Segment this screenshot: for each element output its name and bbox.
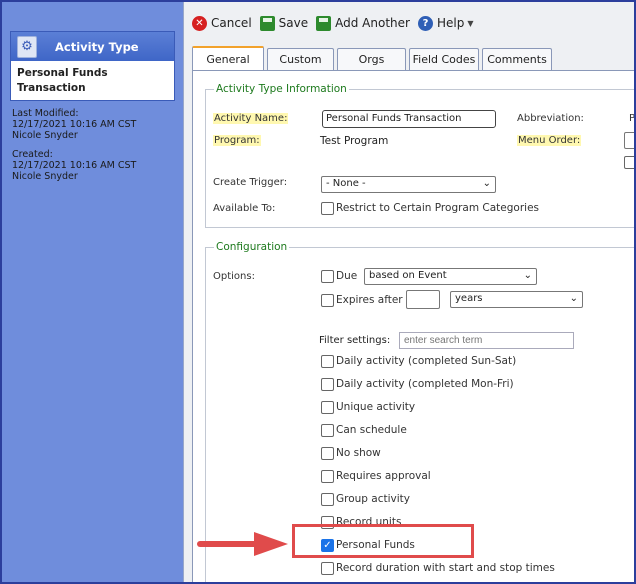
cancel-icon: ✕ (192, 15, 207, 31)
option-label: No show (336, 447, 381, 459)
callout-arrow-icon (197, 532, 288, 556)
save-add-icon (316, 15, 332, 31)
toolbar: ✕ Cancel Save Add Another ? Help ▼ (184, 11, 473, 35)
created-block: Created: 12/17/2021 10:16 AM CST Nicole … (12, 149, 136, 182)
menu-order-input[interactable] (624, 132, 636, 149)
activity-name-label: Activity Name: (213, 113, 289, 124)
tab-strip: General Custom Orgs Field Codes Comments (192, 46, 555, 70)
expires-amount-input[interactable] (406, 290, 440, 309)
cancel-button[interactable]: ✕ Cancel (192, 15, 252, 31)
menu-order-label: Menu Order: (517, 135, 582, 146)
chevron-down-icon: ▼ (467, 18, 474, 28)
last-modified-block: Last Modified: 12/17/2021 10:16 AM CST N… (12, 108, 136, 141)
expires-unit-select[interactable]: years ⌄ (450, 291, 583, 308)
tab-general[interactable]: General (192, 46, 264, 70)
abbreviation-label: Abbreviation: (517, 113, 584, 124)
activity-name-input[interactable]: Personal Funds Transaction (322, 110, 496, 128)
section-legend-info: Activity Type Information (216, 83, 347, 95)
expires-label: Expires after (336, 294, 403, 306)
expires-checkbox[interactable] (321, 294, 334, 307)
no-show-checkbox[interactable] (321, 447, 334, 460)
section-legend-configuration: Configuration (216, 241, 288, 253)
option-label: Requires approval (336, 470, 431, 482)
abbreviation-value-fragment: P (629, 113, 636, 124)
daily-mon-fri-checkbox[interactable] (321, 378, 334, 391)
save-icon (259, 15, 275, 31)
general-tab-panel: Activity Type Information Activity Name:… (192, 70, 636, 584)
group-activity-checkbox[interactable] (321, 493, 334, 506)
record-card-header: ⚙ Activity Type (11, 32, 174, 61)
help-label: Help (436, 16, 465, 30)
record-type-title: Activity Type (55, 39, 139, 54)
created-by: Nicole Snyder (12, 171, 78, 182)
requires-approval-checkbox[interactable] (321, 470, 334, 483)
can-schedule-checkbox[interactable] (321, 424, 334, 437)
record-name: Personal Funds Transaction (17, 67, 108, 94)
filter-settings-label: Filter settings: (319, 335, 391, 346)
record-duration-checkbox[interactable] (321, 562, 334, 575)
tab-comments[interactable]: Comments (482, 48, 552, 70)
chevron-down-icon: ⌄ (569, 293, 578, 304)
left-sidebar: ⚙ Activity Type Personal Funds Transacti… (2, 2, 183, 582)
restrict-categories-checkbox[interactable] (321, 202, 334, 215)
last-modified-label: Last Modified: (12, 108, 79, 119)
option-label: Record duration with start and stop time… (336, 562, 555, 574)
due-checkbox[interactable] (321, 270, 334, 283)
callout-highlight-box (292, 524, 474, 558)
available-to-label: Available To: (213, 203, 276, 214)
save-button[interactable]: Save (259, 15, 309, 31)
chevron-down-icon: ⌄ (482, 178, 491, 189)
due-label: Due (336, 270, 358, 282)
program-label: Program: (213, 135, 261, 146)
daily-sun-sat-checkbox[interactable] (321, 355, 334, 368)
program-value: Test Program (320, 135, 389, 147)
save-label: Save (278, 16, 309, 30)
unique-activity-checkbox[interactable] (321, 401, 334, 414)
create-trigger-select[interactable]: - None - ⌄ (321, 176, 496, 193)
created-label: Created: (12, 149, 53, 160)
option-label: Daily activity (completed Sun-Sat) (336, 355, 517, 367)
due-basis-select[interactable]: based on Event ⌄ (364, 268, 537, 285)
tab-custom[interactable]: Custom (267, 48, 334, 70)
last-modified-by: Nicole Snyder (12, 130, 78, 141)
last-modified-date: 12/17/2021 10:16 AM CST (12, 119, 137, 130)
option-label: Daily activity (completed Mon-Fri) (336, 378, 514, 390)
restrict-categories-label: Restrict to Certain Program Categories (336, 202, 540, 214)
create-trigger-value: - None - (326, 178, 366, 189)
option-label: Group activity (336, 493, 411, 505)
gear-document-icon: ⚙ (17, 35, 37, 58)
add-another-label: Add Another (335, 16, 410, 30)
expires-unit-value: years (455, 293, 483, 304)
help-menu-button[interactable]: ? Help ▼ (417, 15, 474, 31)
info-extra-checkbox[interactable] (624, 156, 636, 169)
filter-settings-input[interactable] (399, 332, 574, 349)
tab-orgs[interactable]: Orgs (337, 48, 406, 70)
chevron-down-icon: ⌄ (523, 270, 532, 281)
cancel-label: Cancel (211, 16, 252, 30)
option-label: Unique activity (336, 401, 416, 413)
add-another-button[interactable]: Add Another (316, 15, 410, 31)
record-card: ⚙ Activity Type Personal Funds Transacti… (10, 31, 175, 101)
due-basis-value: based on Event (369, 270, 447, 281)
tab-field-codes[interactable]: Field Codes (409, 48, 479, 70)
help-icon: ? (417, 15, 433, 31)
created-date: 12/17/2021 10:16 AM CST (12, 160, 137, 171)
main-area: ✕ Cancel Save Add Another ? Help ▼ Gener… (183, 2, 636, 584)
create-trigger-label: Create Trigger: (213, 177, 288, 188)
options-label: Options: (213, 271, 255, 282)
option-label: Can schedule (336, 424, 407, 436)
